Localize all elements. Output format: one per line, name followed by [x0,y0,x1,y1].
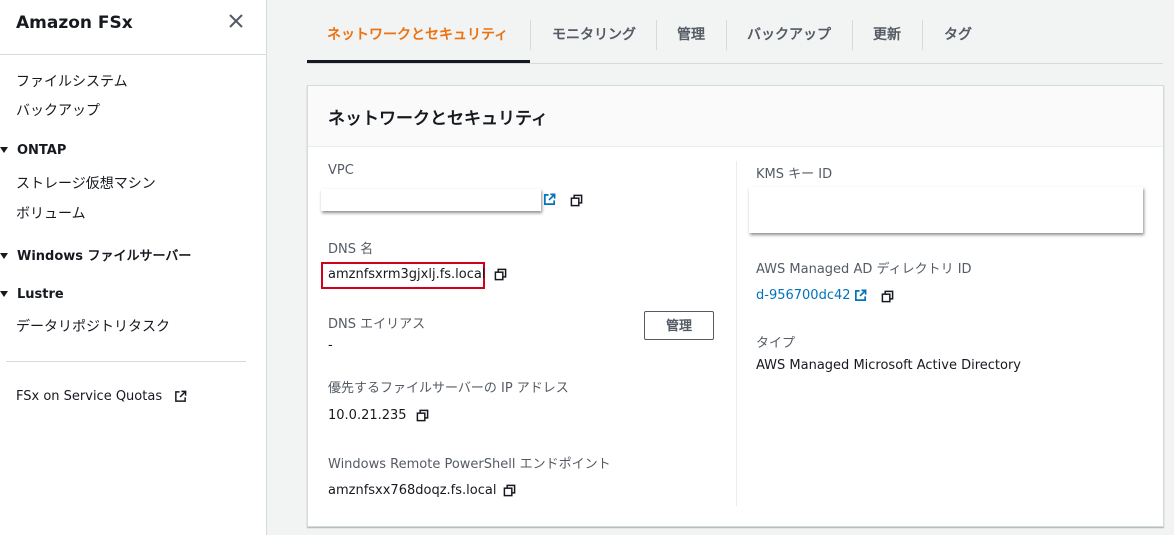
tab-separator [656,20,657,50]
vpc-label: VPC [328,163,354,178]
preferred-ip-value: 10.0.21.235 [328,408,407,423]
tab-tags[interactable]: タグ [944,24,972,44]
active-tab-indicator [307,60,530,63]
divider [6,361,246,362]
sidebar-item-service-quotas[interactable]: FSx on Service Quotas [16,389,187,404]
copy-icon[interactable] [416,409,429,422]
tab-separator [726,20,727,50]
tab-administration[interactable]: 管理 [677,24,705,44]
sidebar-item-svm[interactable]: ストレージ仮想マシン [16,173,156,193]
sidebar-section-lustre[interactable]: Lustre [0,287,64,302]
column-divider [736,161,737,506]
sidebar-item-file-systems[interactable]: ファイルシステム [16,71,128,91]
redacted-kms-key [749,187,1143,233]
panel-title: ネットワークとセキュリティ [328,109,548,129]
dns-alias-value: - [328,338,333,353]
powershell-endpoint-value: amznfsxx768doqz.fs.local [328,483,497,498]
external-link-icon[interactable] [854,289,867,302]
dns-alias-label: DNS エイリアス [328,317,426,332]
sidebar-item-volumes[interactable]: ボリューム [16,203,86,223]
sidebar-item-data-repo-tasks[interactable]: データリポジトリタスク [16,316,170,336]
dns-name-label: DNS 名 [328,242,374,257]
type-value: AWS Managed Microsoft Active Directory [756,358,1021,373]
redacted-vpc-id [321,189,541,211]
sidebar-item-label: FSx on Service Quotas [16,389,163,404]
preferred-ip-label: 優先するファイルサーバーの IP アドレス [328,381,569,396]
section-label: Windows ファイルサーバー [17,249,192,264]
copy-icon[interactable] [494,268,507,281]
copy-icon[interactable] [570,194,583,207]
tab-separator [530,20,531,50]
sidebar-section-windows[interactable]: Windows ファイルサーバー [0,245,191,264]
external-link-icon [175,390,187,402]
caret-down-icon [0,252,8,259]
tab-separator [922,20,923,50]
caret-down-icon [0,290,8,297]
ad-directory-link[interactable]: d-956700dc42 [756,288,851,303]
network-security-panel: ネットワークとセキュリティ VPC DNS 名 amznfsxrm3gjxlj.… [307,85,1164,527]
copy-icon[interactable] [881,290,894,303]
section-label: ONTAP [17,143,67,158]
type-label: タイプ [756,336,796,351]
powershell-endpoint-label: Windows Remote PowerShell エンドポイント [328,457,611,472]
caret-down-icon [0,146,8,153]
tab-backups[interactable]: バックアップ [747,24,831,44]
close-icon[interactable] [227,12,245,30]
kms-key-label: KMS キー ID [756,167,833,182]
divider [0,54,266,55]
manage-dns-alias-button[interactable]: 管理 [644,311,714,340]
section-label: Lustre [17,287,64,302]
ad-directory-label: AWS Managed AD ディレクトリ ID [756,262,972,277]
side-navigation: Amazon FSx ファイルシステム バックアップ ONTAP ストレージ仮想… [0,0,267,535]
dns-name-value: amznfsxrm3gjxlj.fs.local [328,267,486,282]
copy-icon[interactable] [503,484,516,497]
tab-updates[interactable]: 更新 [873,24,901,44]
tab-separator [852,20,853,50]
sidebar-item-backups[interactable]: バックアップ [16,100,100,120]
sidebar-title[interactable]: Amazon FSx [16,13,133,33]
sidebar-section-ontap[interactable]: ONTAP [0,143,66,158]
tab-bar: ネットワークとセキュリティ モニタリング 管理 バックアップ 更新 タグ [307,0,1163,64]
external-link-icon[interactable] [543,193,556,206]
tab-monitoring[interactable]: モニタリング [552,24,636,44]
tab-network-security[interactable]: ネットワークとセキュリティ [327,24,508,44]
panel-header: ネットワークとセキュリティ [308,86,1163,147]
